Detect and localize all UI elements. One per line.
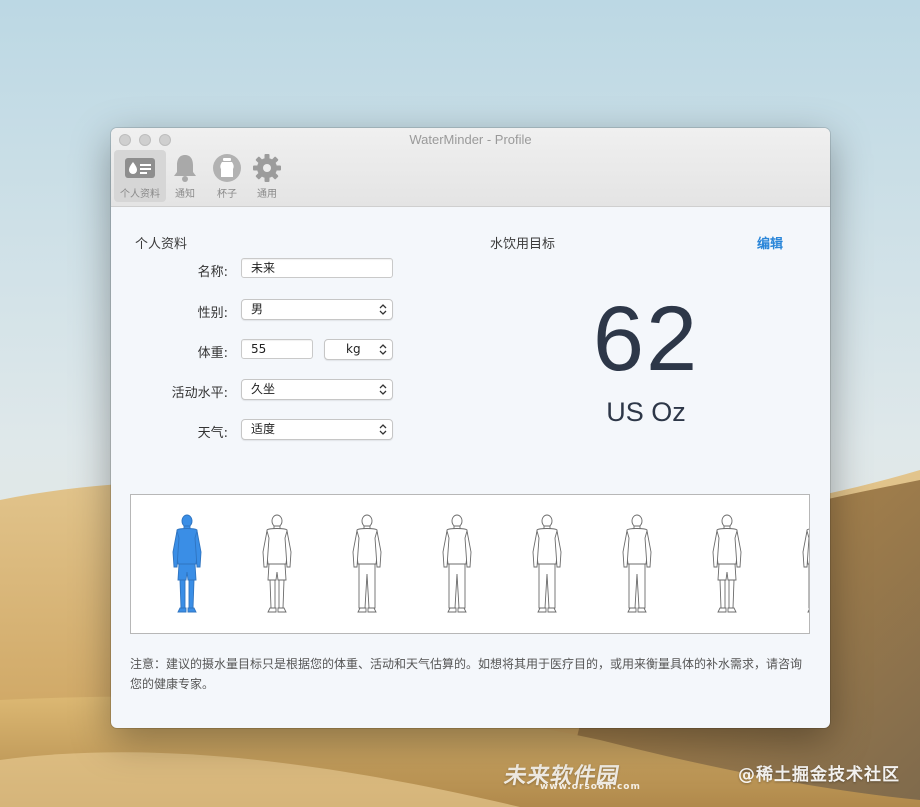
chevron-up-down-icon bbox=[379, 344, 387, 355]
toolbar-tab-label: 通用 bbox=[257, 189, 277, 200]
window-title: WaterMinder - Profile bbox=[409, 132, 532, 147]
name-field[interactable]: 未来 bbox=[241, 258, 393, 278]
weather-select-value: 适度 bbox=[251, 422, 276, 436]
goal-value: 62 bbox=[592, 288, 700, 390]
profile-section-title: 个人资料 bbox=[135, 237, 188, 252]
gender-select[interactable]: 男 bbox=[241, 299, 393, 320]
body-type-figure[interactable] bbox=[349, 512, 385, 616]
activity-select-value: 久坐 bbox=[251, 382, 276, 396]
toolbar-tab-profile[interactable]: 个人资料 bbox=[114, 150, 166, 202]
person-figure-icon bbox=[352, 514, 382, 613]
watermark-url-text: www.orsoon.com bbox=[540, 782, 641, 792]
bell-icon bbox=[169, 153, 201, 183]
app-window: WaterMinder - Profile 个人资料 通知 杯子 通用 个人资料… bbox=[111, 128, 830, 728]
person-figure-icon bbox=[532, 514, 562, 613]
weather-select[interactable]: 适度 bbox=[241, 419, 393, 440]
chevron-up-down-icon bbox=[379, 424, 387, 435]
profile-content: 个人资料 水饮用目标 编辑 名称: 未来 性别: 男 体重: 55 kg 活动水… bbox=[111, 207, 830, 728]
cup-icon bbox=[211, 153, 243, 183]
body-type-figure[interactable] bbox=[259, 512, 295, 616]
weather-label: 天气: bbox=[197, 426, 228, 441]
chevron-up-down-icon bbox=[379, 304, 387, 315]
goal-unit: US Oz bbox=[606, 397, 686, 427]
disclaimer-note: 注意：建议的摄水量目标只是根据您的体重、活动和天气估算的。如想将其用于医疗目的，… bbox=[130, 657, 803, 691]
toolbar-tab-general[interactable]: 通用 bbox=[241, 150, 293, 202]
goal-section-title: 水饮用目标 bbox=[490, 237, 556, 252]
body-type-figure[interactable] bbox=[439, 512, 475, 616]
name-label: 名称: bbox=[197, 265, 228, 280]
person-figure-icon bbox=[622, 514, 652, 613]
body-type-figure[interactable] bbox=[169, 512, 205, 616]
gender-select-value: 男 bbox=[251, 302, 264, 316]
body-type-picker bbox=[130, 494, 810, 634]
body-type-figure[interactable] bbox=[619, 512, 655, 616]
activity-label: 活动水平: bbox=[171, 386, 228, 401]
gender-label: 性别: bbox=[197, 306, 228, 321]
weight-label: 体重: bbox=[197, 346, 228, 361]
window-titlebar: WaterMinder - Profile 个人资料 通知 杯子 通用 bbox=[111, 128, 830, 207]
person-figure-icon bbox=[262, 514, 292, 613]
watermark-juejin-text: @稀土掘金技术社区 bbox=[738, 765, 900, 785]
person-figure-icon bbox=[712, 514, 742, 613]
toolbar-tab-label: 个人资料 bbox=[120, 189, 160, 200]
profile-card-icon bbox=[124, 153, 156, 183]
activity-select[interactable]: 久坐 bbox=[241, 379, 393, 400]
person-figure-icon bbox=[802, 528, 809, 613]
edit-goal-button[interactable]: 编辑 bbox=[757, 233, 783, 252]
weight-unit-select[interactable]: kg bbox=[324, 339, 393, 360]
weight-field[interactable]: 55 bbox=[241, 339, 313, 359]
body-type-figure[interactable] bbox=[799, 512, 809, 616]
gear-icon bbox=[251, 153, 283, 183]
body-type-figure[interactable] bbox=[529, 512, 565, 616]
weight-unit-value: kg bbox=[346, 342, 361, 356]
chevron-up-down-icon bbox=[379, 384, 387, 395]
person-figure-icon bbox=[172, 514, 202, 613]
body-type-figure[interactable] bbox=[709, 512, 745, 616]
person-figure-icon bbox=[442, 514, 472, 613]
